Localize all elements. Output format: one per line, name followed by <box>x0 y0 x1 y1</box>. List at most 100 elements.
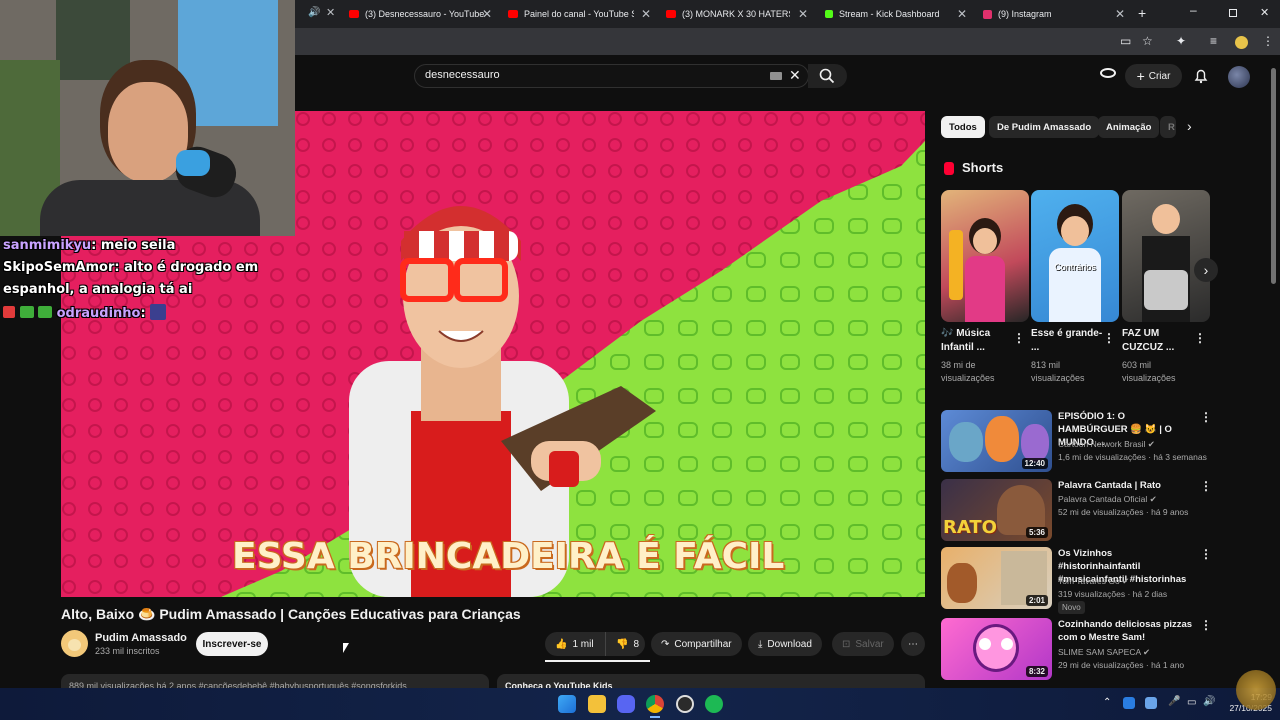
channel-name[interactable]: Tom Tavares Go ✔ <box>1058 576 1129 587</box>
video-thumbnail[interactable]: RATO 5:36 <box>941 479 1052 541</box>
tray-chevron-icon[interactable]: ⌃ <box>1103 697 1111 708</box>
short-menu-icon[interactable]: ⋮ <box>1103 331 1115 345</box>
extensions-icon[interactable]: ✦ <box>1176 34 1186 48</box>
short-card[interactable] <box>941 190 1029 322</box>
chat-badge-icon <box>3 306 15 318</box>
close-tab-icon[interactable]: ✕ <box>957 7 967 21</box>
discord-icon[interactable] <box>617 695 635 713</box>
chip-more[interactable]: R <box>1160 116 1176 138</box>
chat-message: SkipoSemAmor: alto é drogado em <box>3 260 258 275</box>
user-avatar[interactable] <box>1228 66 1250 88</box>
maximize-window-button[interactable] <box>1229 9 1237 17</box>
clear-search-icon[interactable]: ✕ <box>789 67 801 84</box>
video-menu-icon[interactable]: ⋮ <box>1200 410 1212 424</box>
search-query[interactable]: desnecessauro <box>425 69 500 81</box>
bookmark-star-icon[interactable]: ☆ <box>1142 34 1153 48</box>
network-icon[interactable]: ▭ <box>1187 697 1196 708</box>
chip-from-channel[interactable]: De Pudim Amassado <box>989 116 1100 138</box>
tab-title: Stream - Kick Dashboard <box>839 9 940 19</box>
video-title[interactable]: Palavra Cantada | Rato <box>1058 479 1193 492</box>
search-button[interactable] <box>808 64 847 88</box>
channel-name[interactable]: SLIME SAM SAPECA ✔ <box>1058 647 1150 658</box>
chip-animation[interactable]: Animação <box>1098 116 1160 138</box>
close-tab-icon[interactable]: ✕ <box>326 6 335 19</box>
spotify-icon[interactable] <box>705 695 723 713</box>
channel-name[interactable]: Palavra Cantada Oficial ✔ <box>1058 494 1157 505</box>
keyboard-icon[interactable] <box>770 72 782 80</box>
tab-kick-dashboard[interactable]: Stream - Kick Dashboard ✕ <box>825 4 967 24</box>
save-button[interactable]: ⊡ Salvar <box>832 632 894 656</box>
new-badge: Novo <box>1058 601 1085 614</box>
mute-tab-icon[interactable]: 🔊 <box>308 7 320 18</box>
short-card[interactable] <box>1122 190 1210 322</box>
close-tab-icon[interactable]: ✕ <box>482 7 492 21</box>
download-button[interactable]: ⤓ Download <box>748 632 822 656</box>
tray-app-icon[interactable] <box>1145 697 1157 709</box>
short-menu-icon[interactable]: ⋮ <box>1194 331 1206 345</box>
close-tab-icon[interactable]: ✕ <box>798 7 808 21</box>
short-title[interactable]: Esse é grande- ... <box>1031 327 1103 355</box>
subscribe-button[interactable]: Inscrever-se <box>196 632 268 656</box>
short-menu-icon[interactable]: ⋮ <box>1013 331 1025 345</box>
browser-menu-icon[interactable]: ⋮ <box>1262 34 1274 48</box>
video-thumbnail[interactable]: 2:01 <box>941 547 1052 609</box>
video-menu-icon[interactable]: ⋮ <box>1200 618 1212 632</box>
more-dots-icon: ⋯ <box>908 638 918 650</box>
media-control-icon[interactable]: ≡ <box>1210 34 1217 48</box>
video-meta: 1,6 mi de visualizações · há 3 semanas <box>1058 452 1207 462</box>
like-progress-bar <box>545 660 650 662</box>
short-card[interactable]: Contrários <box>1031 190 1119 322</box>
close-window-button[interactable]: ✕ <box>1260 6 1269 19</box>
webcam-overlay <box>0 0 295 236</box>
share-label: Compartilhar <box>674 638 732 650</box>
video-menu-icon[interactable]: ⋮ <box>1200 547 1212 561</box>
notifications-bell-icon[interactable] <box>1193 68 1209 84</box>
like-button[interactable]: 👍 1 mil <box>545 632 605 656</box>
new-tab-button[interactable]: + <box>1138 5 1146 21</box>
video-menu-icon[interactable]: ⋮ <box>1200 479 1212 493</box>
video-duration: 12:40 <box>1021 458 1048 469</box>
youtube-icon <box>508 10 518 18</box>
microphone-icon[interactable]: 🎤 <box>1168 696 1180 707</box>
more-actions-button[interactable]: ⋯ <box>901 632 925 656</box>
video-thumbnail[interactable]: 12:40 <box>941 410 1052 472</box>
eye-icon[interactable] <box>1100 68 1116 78</box>
video-title[interactable]: Cozinhando deliciosas pizzas com o Mestr… <box>1058 618 1193 644</box>
profile-avatar[interactable] <box>1235 36 1248 49</box>
short-title[interactable]: 🎶 Música Infantil ... <box>941 327 1013 355</box>
start-menu-icon[interactable] <box>558 695 576 713</box>
file-explorer-icon[interactable] <box>588 695 606 713</box>
tab-monark[interactable]: (3) MONARK X 30 HATERS! - YouTube ✕ <box>666 4 808 24</box>
channel-name[interactable]: Pudim Amassado <box>95 632 187 644</box>
short-title[interactable]: FAZ UM CUZCUZ ... <box>1122 327 1194 355</box>
channel-avatar[interactable] <box>61 630 88 657</box>
channel-name[interactable]: Cartoon Network Brasil ✔ <box>1058 439 1155 450</box>
chat-message: sanmimikyu: meio seila <box>3 238 175 253</box>
page-scrollbar[interactable] <box>1271 68 1276 284</box>
save-label: Salvar <box>855 638 884 650</box>
download-label: Download <box>767 638 812 650</box>
chat-badge-icon <box>38 306 53 318</box>
minimize-window-button[interactable]: – <box>1190 3 1197 17</box>
tab-instagram[interactable]: (9) Instagram ✕ <box>983 4 1125 24</box>
tray-app-icon[interactable] <box>1123 697 1135 709</box>
tab-youtube-studio[interactable]: Painel do canal - YouTube Studio ✕ <box>508 4 651 24</box>
obs-icon[interactable] <box>676 695 694 713</box>
share-button[interactable]: ↷ Compartilhar <box>651 632 742 656</box>
chrome-icon[interactable] <box>646 695 664 713</box>
share-icon: ↷ <box>661 638 670 650</box>
close-tab-icon[interactable]: ✕ <box>1115 7 1125 21</box>
mouse-cursor <box>343 643 349 653</box>
instagram-icon <box>983 9 992 19</box>
volume-icon[interactable]: 🔊 <box>1203 696 1215 707</box>
chat-username: SkipoSemAmor <box>3 260 115 275</box>
chip-all[interactable]: Todos <box>941 116 985 138</box>
cast-icon[interactable]: ▭ <box>1120 34 1131 48</box>
create-button[interactable]: + Criar <box>1125 64 1182 88</box>
chips-next-arrow[interactable]: › <box>1187 118 1192 134</box>
close-tab-icon[interactable]: ✕ <box>641 7 651 21</box>
tab-desnecessauro[interactable]: (3) Desnecessauro - YouTube ✕ <box>349 4 492 24</box>
shorts-next-button[interactable]: › <box>1194 258 1218 282</box>
dislike-button[interactable]: 👎 8 <box>605 632 645 656</box>
video-thumbnail[interactable]: 8:32 <box>941 618 1052 680</box>
